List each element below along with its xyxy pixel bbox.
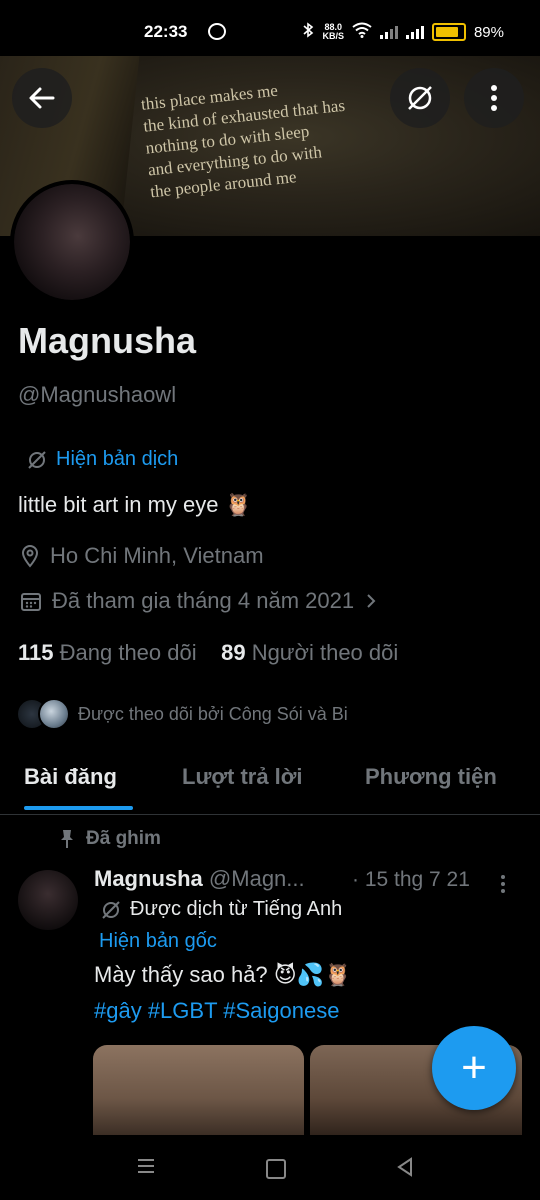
profile-name: Magnusha bbox=[18, 320, 197, 361]
post-more-button[interactable] bbox=[500, 874, 506, 899]
signal-icon bbox=[379, 25, 398, 39]
battery-percent: 89% bbox=[473, 23, 504, 41]
post-text: Mày thấy sao hả? 😈💦🦉 bbox=[94, 962, 352, 987]
active-tab-indicator bbox=[24, 806, 133, 810]
more-vertical-icon bbox=[491, 85, 497, 111]
recent-apps-button[interactable] bbox=[136, 1157, 156, 1180]
battery-icon bbox=[431, 23, 466, 41]
menu-icon bbox=[138, 1159, 154, 1173]
translate-button[interactable] bbox=[390, 68, 450, 128]
pin-icon bbox=[61, 830, 73, 848]
net-speed: 88.0 KB/S bbox=[322, 23, 344, 41]
plus-icon: + bbox=[461, 1043, 487, 1092]
follow-stats: 115 Đang theo dõi 89 Người theo dõi bbox=[18, 640, 398, 666]
tab-replies[interactable]: Lượt trả lời bbox=[182, 764, 303, 790]
back-button[interactable] bbox=[12, 68, 72, 128]
followed-by-text: Được theo dõi bởi Công Sói và Bi bbox=[78, 703, 348, 724]
home-button[interactable] bbox=[266, 1159, 286, 1179]
wifi-icon bbox=[352, 22, 372, 42]
net-speed-unit: KB/S bbox=[322, 31, 344, 41]
follower-avatars bbox=[16, 698, 70, 730]
post-hashtags[interactable]: #gây #LGBT #Saigonese bbox=[94, 998, 339, 1024]
followed-by-row[interactable]: Được theo dõi bởi Công Sói và Bi bbox=[16, 698, 348, 730]
post-media-image[interactable] bbox=[93, 1045, 304, 1135]
show-translation-label: Hiện bản dịch bbox=[56, 448, 179, 470]
pinned-label: Đã ghim bbox=[60, 828, 161, 850]
post-author-avatar[interactable] bbox=[18, 870, 78, 930]
profile-bio: little bit art in my eye 🦉 bbox=[18, 492, 253, 517]
show-original-link[interactable]: Hiện bản gốc bbox=[99, 930, 217, 953]
post-author-name[interactable]: Magnusha bbox=[94, 866, 203, 891]
system-nav-bar bbox=[0, 1135, 540, 1200]
follower-avatar bbox=[38, 698, 70, 730]
followers-count: 89 bbox=[221, 640, 246, 665]
profile-joined[interactable]: Đã tham gia tháng 4 năm 2021 bbox=[20, 588, 378, 614]
post-author-handle[interactable]: @Magn... bbox=[209, 866, 305, 891]
status-time: 22:33 bbox=[144, 22, 188, 41]
translate-icon bbox=[102, 900, 120, 919]
show-translation-link[interactable]: Hiện bản dịch bbox=[26, 448, 178, 471]
status-icons: 88.0 KB/S 89% bbox=[302, 22, 504, 42]
profile-location: Ho Chi Minh, Vietnam bbox=[20, 543, 264, 569]
tab-posts[interactable]: Bài đăng bbox=[24, 764, 117, 790]
triangle-back-icon bbox=[397, 1157, 412, 1177]
location-pin-icon bbox=[21, 545, 39, 568]
chevron-right-icon bbox=[367, 594, 376, 608]
followers-label: Người theo dõi bbox=[251, 640, 399, 665]
translated-from: Được dịch từ Tiếng Anh bbox=[100, 898, 342, 921]
pinned-text: Đã ghim bbox=[86, 828, 161, 849]
bluetooth-icon bbox=[302, 22, 314, 42]
more-vertical-icon bbox=[501, 875, 505, 893]
signal-icon-2 bbox=[405, 25, 424, 39]
followers-link[interactable]: 89 Người theo dõi bbox=[221, 640, 398, 665]
status-bar: 22:33 88.0 KB/S 89% bbox=[0, 0, 540, 56]
arrow-left-icon bbox=[29, 87, 55, 109]
tab-media[interactable]: Phương tiện bbox=[365, 764, 497, 790]
post-date[interactable]: · 15 thg 7 21 bbox=[352, 868, 470, 892]
translated-from-text: Được dịch từ Tiếng Anh bbox=[130, 898, 343, 920]
more-options-button[interactable] bbox=[464, 68, 524, 128]
post-header: Magnusha @Magn... bbox=[94, 866, 305, 892]
following-count: 115 bbox=[18, 640, 54, 665]
avatar-image bbox=[14, 184, 130, 300]
following-label: Đang theo dõi bbox=[59, 640, 197, 665]
profile-handle: @Magnushaowl bbox=[18, 382, 177, 407]
system-back-button[interactable] bbox=[396, 1157, 414, 1182]
joined-text: Đã tham gia tháng 4 năm 2021 bbox=[52, 588, 355, 613]
following-link[interactable]: 115 Đang theo dõi bbox=[18, 640, 197, 665]
translate-icon bbox=[28, 450, 46, 469]
chat-bubble-icon bbox=[208, 23, 226, 40]
location-text: Ho Chi Minh, Vietnam bbox=[50, 543, 264, 568]
calendar-icon bbox=[21, 593, 41, 611]
translate-off-icon bbox=[408, 86, 432, 110]
compose-button[interactable]: + bbox=[432, 1026, 516, 1110]
profile-avatar[interactable] bbox=[10, 180, 134, 304]
